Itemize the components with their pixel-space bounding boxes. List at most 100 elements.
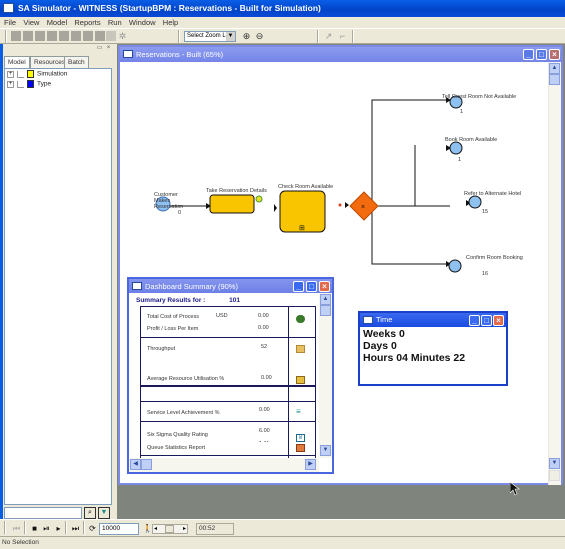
zoom-out-icon[interactable]: ⊖ bbox=[254, 31, 265, 42]
menu-help[interactable]: Help bbox=[162, 17, 179, 28]
row-value: 6.00 bbox=[259, 428, 270, 434]
toolbar-button-disabled[interactable] bbox=[95, 31, 105, 41]
scroll-thumb[interactable] bbox=[141, 459, 152, 470]
minimize-button[interactable]: _ bbox=[293, 281, 304, 292]
dashboard-title-bar[interactable]: Dashboard Summary (90%) _ □ × bbox=[129, 279, 332, 293]
scroll-right-icon[interactable]: ▶ bbox=[305, 459, 316, 470]
expand-icon[interactable]: + bbox=[7, 80, 14, 88]
cost-icon[interactable] bbox=[296, 315, 305, 323]
service-level-icon[interactable]: ≡ bbox=[296, 408, 305, 416]
menu-window[interactable]: Window bbox=[128, 17, 157, 28]
toolbar-button-disabled[interactable] bbox=[47, 31, 57, 41]
scroll-thumb[interactable] bbox=[549, 74, 560, 85]
queue-report-icon[interactable] bbox=[296, 444, 305, 452]
image-icon[interactable] bbox=[106, 31, 116, 41]
toolbar-button-disabled[interactable] bbox=[23, 31, 33, 41]
elbow-connector-icon[interactable]: ⌐ bbox=[337, 31, 348, 42]
end-event-icon[interactable] bbox=[448, 259, 462, 273]
speed-slider[interactable]: ◂ ▸ bbox=[152, 524, 188, 534]
menu-reports[interactable]: Reports bbox=[73, 17, 101, 28]
rewind-icon[interactable]: ⏮ bbox=[11, 523, 22, 534]
expand-icon[interactable]: + bbox=[7, 70, 14, 78]
toolbar-button-disabled[interactable] bbox=[59, 31, 69, 41]
summary-header-label: Summary Results for : bbox=[136, 297, 206, 304]
slider-right-icon[interactable]: ▸ bbox=[183, 525, 186, 532]
refresh-icon[interactable]: ⟳ bbox=[87, 523, 98, 534]
dashboard-vertical-scrollbar[interactable]: ▲ ▼ bbox=[319, 293, 332, 458]
toolbar-separator bbox=[352, 30, 354, 43]
summary-row-cost[interactable]: Total Cost of Process USD 0.00 Profit / … bbox=[141, 307, 315, 338]
hours-minutes-readout: Hours 04 Minutes 22 bbox=[363, 352, 466, 364]
diagram-window-title-bar[interactable]: Reservations - Built (65%) _ □ × bbox=[120, 47, 561, 62]
start-event-label: Customer Makes Reservation bbox=[154, 192, 184, 210]
diagram-vertical-scrollbar[interactable]: ▲ ▼ bbox=[548, 62, 561, 485]
speed-input[interactable]: 10000 bbox=[99, 523, 139, 535]
time-window-title-bar[interactable]: Time _ □ × bbox=[360, 313, 506, 327]
summary-row-queue-report[interactable]: Queue Statistics Report bbox=[140, 442, 316, 456]
window-icon bbox=[123, 50, 133, 58]
row-value: 0.00 bbox=[261, 375, 272, 381]
scroll-down-icon[interactable]: ▼ bbox=[320, 445, 331, 456]
arrow-connector-icon[interactable]: ↗ bbox=[323, 31, 334, 42]
toolbar-button-disabled[interactable] bbox=[35, 31, 45, 41]
tree-item-type[interactable]: + Type bbox=[7, 80, 51, 90]
scroll-left-icon[interactable]: ◀ bbox=[130, 459, 141, 470]
maximize-button[interactable]: □ bbox=[481, 315, 492, 326]
step-icon[interactable]: ⏯ bbox=[41, 523, 52, 534]
flow-connector[interactable] bbox=[371, 99, 450, 207]
toolbar-separator bbox=[24, 521, 26, 534]
close-button[interactable]: × bbox=[549, 49, 560, 60]
slider-left-icon[interactable]: ◂ bbox=[154, 525, 157, 532]
resize-grip-icon[interactable] bbox=[549, 470, 560, 481]
menu-view[interactable]: View bbox=[22, 17, 40, 28]
maximize-button[interactable]: □ bbox=[536, 49, 547, 60]
dashboard-horizontal-scrollbar[interactable]: ◀ ▶ bbox=[129, 458, 319, 472]
stop-icon[interactable]: ■ bbox=[29, 523, 40, 534]
toolbar-button-disabled[interactable] bbox=[83, 31, 93, 41]
weeks-readout: Weeks 0 bbox=[363, 328, 405, 340]
scroll-up-icon[interactable]: ▲ bbox=[320, 294, 331, 305]
fast-forward-icon[interactable]: ⏭ bbox=[70, 523, 81, 534]
utilisation-icon[interactable] bbox=[296, 376, 305, 384]
minimize-button[interactable]: _ bbox=[523, 49, 534, 60]
time-window: Time _ □ × Weeks 0 Days 0 Hours 04 Minut… bbox=[358, 311, 508, 386]
scroll-up-icon[interactable]: ▲ bbox=[549, 63, 560, 74]
menu-file[interactable]: File bbox=[3, 17, 17, 28]
maximize-button[interactable]: □ bbox=[306, 281, 317, 292]
close-button[interactable]: × bbox=[319, 281, 330, 292]
zoom-level-select[interactable]: Select Zoom Level ▼ bbox=[184, 31, 236, 42]
task-take-reservation-details[interactable] bbox=[209, 194, 255, 214]
end-event-icon[interactable] bbox=[468, 195, 482, 209]
dashboard-summary-window: Dashboard Summary (90%) _ □ × Summary Re… bbox=[127, 277, 334, 474]
toolbar-separator bbox=[317, 30, 319, 43]
panel-header: ▭ × bbox=[3, 44, 115, 54]
status-bar: No Selection bbox=[0, 538, 565, 549]
scroll-down-icon[interactable]: ▼ bbox=[549, 458, 560, 469]
app-title: SA Simulator - WITNESS (StartupBPM : Res… bbox=[18, 3, 321, 13]
toolbar-button-disabled[interactable] bbox=[11, 31, 21, 41]
scroll-thumb[interactable] bbox=[320, 305, 331, 316]
end-event-icon[interactable] bbox=[449, 141, 463, 155]
tab-batch[interactable]: Batch bbox=[64, 56, 89, 68]
close-button[interactable]: × bbox=[493, 315, 504, 326]
panel-close-icon[interactable]: × bbox=[105, 45, 112, 52]
filter-icon[interactable]: ▼ bbox=[98, 507, 110, 519]
six-sigma-icon[interactable]: lıl bbox=[296, 434, 305, 442]
play-icon[interactable]: ▸ bbox=[53, 523, 64, 534]
table-divider bbox=[288, 442, 289, 455]
tool-icon[interactable]: ✲ bbox=[117, 31, 128, 42]
summary-row-service-level[interactable]: Service Level Achievement % 0.00 ≡ bbox=[141, 401, 315, 422]
flow-connector[interactable] bbox=[371, 206, 450, 265]
zoom-in-icon[interactable]: ⊕ bbox=[241, 31, 252, 42]
find-icon[interactable]: ⌕ bbox=[84, 507, 96, 519]
slider-thumb[interactable] bbox=[165, 525, 174, 533]
panel-search-input[interactable] bbox=[4, 507, 82, 519]
tree-item-simulation[interactable]: + Simulation bbox=[7, 70, 67, 80]
panel-restore-icon[interactable]: ▭ bbox=[96, 45, 103, 52]
minimize-button[interactable]: _ bbox=[469, 315, 480, 326]
menu-model[interactable]: Model bbox=[46, 17, 68, 28]
toolbar-button-disabled[interactable] bbox=[71, 31, 81, 41]
summary-row-utilisation[interactable]: Average Resource Utilisation % 0.00 bbox=[141, 338, 315, 401]
menu-run[interactable]: Run bbox=[107, 17, 123, 28]
row-value: 0.00 bbox=[259, 407, 270, 413]
